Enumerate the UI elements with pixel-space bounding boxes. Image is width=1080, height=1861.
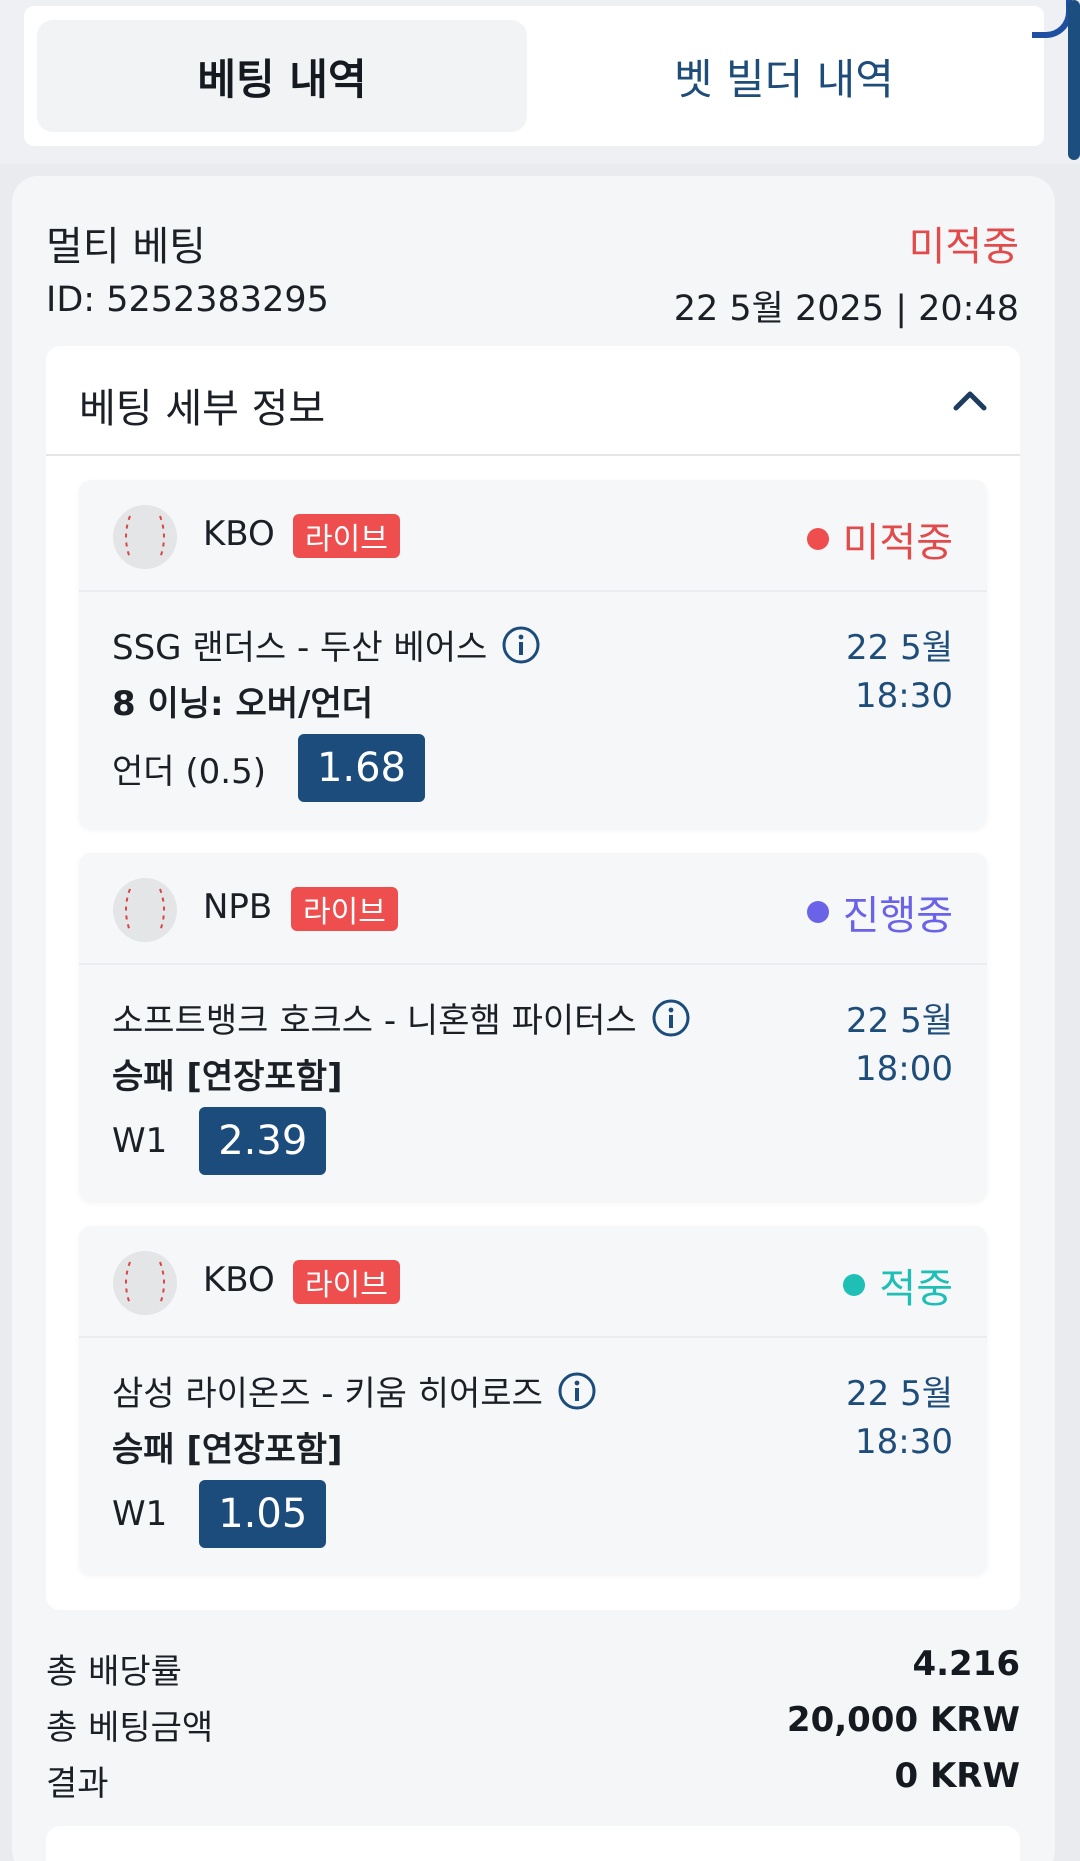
odds-badge: 1.68 bbox=[297, 734, 425, 802]
tabs-container: 베팅 내역 벳 빌더 내역 bbox=[24, 6, 1044, 146]
bet-status: 미적중 bbox=[908, 224, 1019, 270]
total-stake-value: 20,000 KRW bbox=[786, 1700, 1020, 1740]
bet-datetime: 22 5월 2025 | 20:48 bbox=[673, 289, 1019, 329]
status-dot bbox=[806, 528, 829, 550]
bet-id: ID: 5252383295 bbox=[46, 280, 329, 320]
match-name: 삼성 라이온즈 - 키움 히어로즈 bbox=[112, 1366, 597, 1415]
event-time: 18:30 bbox=[855, 676, 953, 716]
market-name: 승패 [연장포함] bbox=[112, 1430, 343, 1470]
next-section-card bbox=[46, 1826, 1020, 1861]
event-header: KBO 라이브 적중 bbox=[79, 1226, 987, 1338]
event-card: NPB 라이브 진행중 소프트뱅크 호크스 - 니혼햄 파이터스 승패 [연장포… bbox=[79, 853, 987, 1201]
live-badge: 라이브 bbox=[293, 514, 400, 558]
total-odds-value: 4.216 bbox=[912, 1644, 1020, 1684]
result-label: 결과 bbox=[46, 1764, 109, 1804]
match-teams: 삼성 라이온즈 - 키움 히어로즈 bbox=[112, 1374, 543, 1414]
live-badge: 라이브 bbox=[291, 887, 398, 931]
result-row: 결과 0 KRW bbox=[46, 1756, 1020, 1805]
event-status-label: 진행중 bbox=[842, 893, 953, 939]
league-name: KBO bbox=[203, 514, 275, 554]
baseball-icon bbox=[113, 878, 177, 942]
event-date: 22 5월 bbox=[846, 628, 953, 668]
result-value: 0 KRW bbox=[894, 1756, 1020, 1796]
chevron-up-icon[interactable] bbox=[950, 380, 990, 420]
event-status: 진행중 bbox=[806, 883, 953, 941]
bet-type-label: 멀티 베팅 bbox=[46, 224, 206, 270]
info-icon[interactable] bbox=[651, 998, 691, 1038]
bet-ticket-card: 멀티 베팅 미적중 ID: 5252383295 22 5월 2025 | 20… bbox=[12, 176, 1055, 1861]
match-teams: 소프트뱅크 호크스 - 니혼햄 파이터스 bbox=[112, 1001, 637, 1041]
tab-bet-history[interactable]: 베팅 내역 bbox=[37, 20, 527, 132]
odds-badge: 1.05 bbox=[199, 1480, 327, 1548]
event-status: 미적중 bbox=[806, 510, 953, 568]
total-stake-label: 총 베팅금액 bbox=[46, 1708, 214, 1748]
event-card: KBO 라이브 미적중 SSG 랜더스 - 두산 베어스 8 이닝: 오버/언더… bbox=[79, 480, 987, 828]
total-odds-label: 총 배당률 bbox=[46, 1652, 182, 1692]
event-time: 18:00 bbox=[855, 1049, 953, 1089]
selection-row: W1 2.39 bbox=[112, 1107, 327, 1175]
match-name: 소프트뱅크 호크스 - 니혼햄 파이터스 bbox=[112, 993, 691, 1042]
event-status-label: 미적중 bbox=[842, 520, 953, 566]
total-stake-row: 총 베팅금액 20,000 KRW bbox=[46, 1700, 1020, 1749]
selection-label: 언더 (0.5) bbox=[112, 751, 266, 792]
scroll-indicator-hook bbox=[1032, 0, 1072, 38]
top-tab-bar: 베팅 내역 벳 빌더 내역 bbox=[0, 0, 1080, 164]
odds-badge: 2.39 bbox=[199, 1107, 327, 1175]
event-time: 18:30 bbox=[855, 1422, 953, 1462]
info-icon[interactable] bbox=[501, 625, 541, 665]
event-date: 22 5월 bbox=[846, 1001, 953, 1041]
baseball-icon bbox=[113, 505, 177, 569]
event-date: 22 5월 bbox=[846, 1374, 953, 1414]
scrollbar-thumb[interactable] bbox=[1068, 0, 1080, 160]
selection-label: W1 bbox=[112, 1494, 168, 1534]
league-name: NPB bbox=[203, 887, 273, 927]
event-header: KBO 라이브 미적중 bbox=[79, 480, 987, 592]
event-header: NPB 라이브 진행중 bbox=[79, 853, 987, 965]
event-card: KBO 라이브 적중 삼성 라이온즈 - 키움 히어로즈 승패 [연장포함] 2… bbox=[79, 1226, 987, 1574]
info-icon[interactable] bbox=[557, 1371, 597, 1411]
bet-details-title: 베팅 세부 정보 bbox=[79, 386, 326, 432]
bet-details-panel: 베팅 세부 정보 KBO 라이브 미적중 SSG 랜더스 - 두산 베어스 8 … bbox=[46, 346, 1020, 1610]
live-badge: 라이브 bbox=[293, 1260, 400, 1304]
status-dot bbox=[806, 901, 829, 923]
selection-row: W1 1.05 bbox=[112, 1480, 327, 1548]
total-odds-row: 총 배당률 4.216 bbox=[46, 1644, 1020, 1693]
selection-label: W1 bbox=[112, 1121, 168, 1161]
match-name: SSG 랜더스 - 두산 베어스 bbox=[112, 620, 541, 669]
league-name: KBO bbox=[203, 1260, 275, 1300]
match-teams: SSG 랜더스 - 두산 베어스 bbox=[112, 628, 488, 668]
event-status-label: 적중 bbox=[879, 1266, 953, 1312]
baseball-icon bbox=[113, 1251, 177, 1315]
event-status: 적중 bbox=[843, 1256, 953, 1314]
bet-details-header[interactable]: 베팅 세부 정보 bbox=[46, 346, 1020, 456]
market-name: 승패 [연장포함] bbox=[112, 1057, 343, 1097]
status-dot bbox=[843, 1274, 866, 1296]
market-name: 8 이닝: 오버/언더 bbox=[112, 684, 374, 724]
tab-bet-builder-history[interactable]: 벳 빌더 내역 bbox=[539, 20, 1029, 132]
selection-row: 언더 (0.5) 1.68 bbox=[112, 734, 425, 802]
